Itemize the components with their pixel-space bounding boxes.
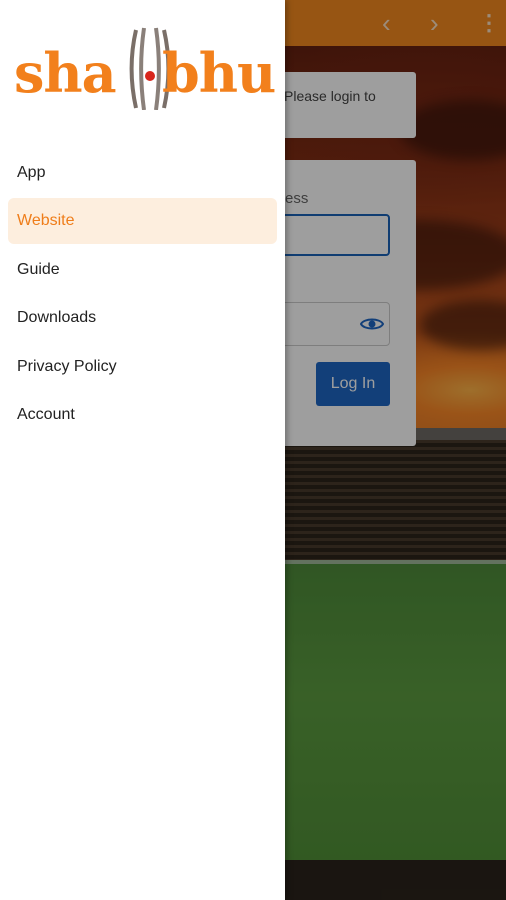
menu-item-app[interactable]: App [8, 150, 277, 196]
navigation-drawer: sha bhu App Website Guide Downloads Priv… [0, 0, 285, 900]
menu-item-account[interactable]: Account [8, 392, 277, 438]
drawer-menu: App Website Guide Downloads Privacy Poli… [8, 150, 277, 440]
menu-item-downloads[interactable]: Downloads [8, 295, 277, 341]
menu-item-website[interactable]: Website [8, 198, 277, 245]
menu-item-guide[interactable]: Guide [8, 247, 277, 293]
menu-item-privacy-policy[interactable]: Privacy Policy [8, 344, 277, 390]
shambhu-logo: sha bhu [12, 24, 276, 112]
logo-text-right: bhu [162, 41, 276, 105]
logo-text-left: sha [14, 41, 117, 105]
